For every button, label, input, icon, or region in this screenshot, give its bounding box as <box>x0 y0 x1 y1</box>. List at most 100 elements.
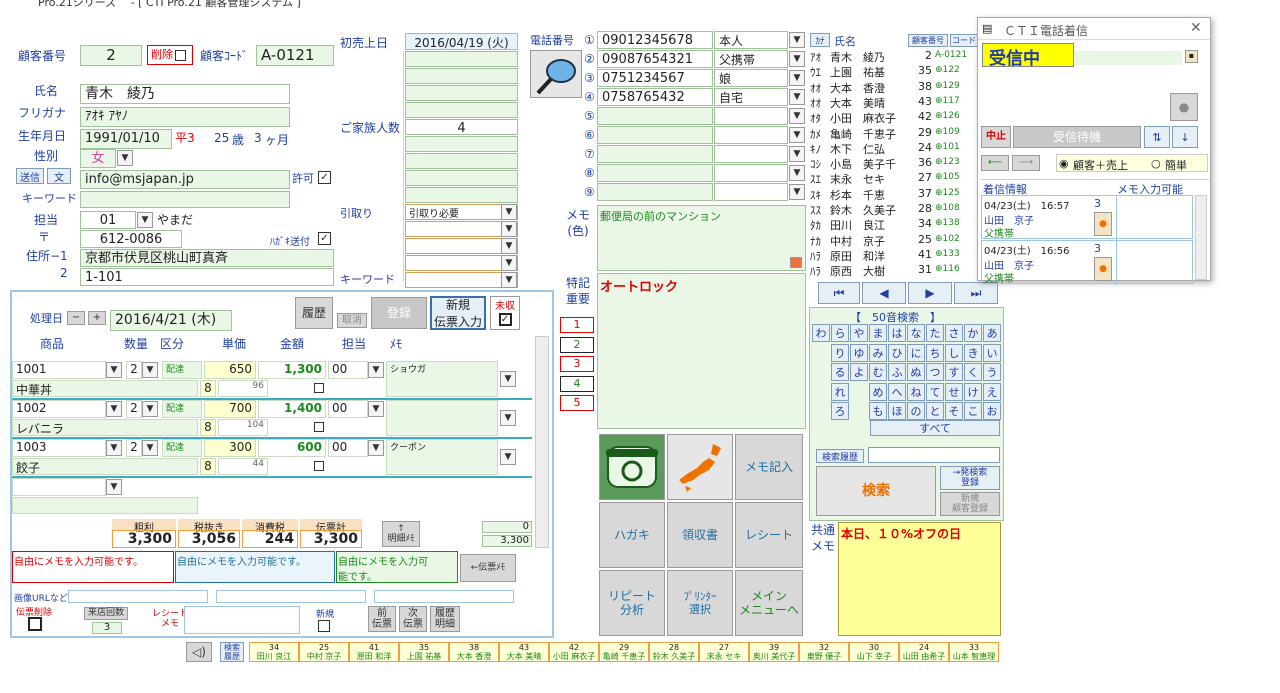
printer-select-button[interactable]: ﾌﾟﾘﾝﾀｰ 選択 <box>667 570 733 636</box>
rank-box[interactable]: 2 <box>560 336 594 353</box>
phone-number-field[interactable] <box>597 183 713 201</box>
search-button[interactable]: 検索 <box>816 466 936 516</box>
order-kubun[interactable]: 配達 <box>162 400 202 418</box>
cti-scrollbar[interactable] <box>1195 195 1207 280</box>
shared-memo-field[interactable]: 本日、１０%オフの日 <box>838 522 1001 636</box>
order-qty[interactable]: 2 <box>126 439 142 457</box>
special-field[interactable]: オートロック <box>597 273 806 429</box>
kana-key[interactable]: な <box>907 324 925 342</box>
phone-relation-field[interactable] <box>714 164 788 182</box>
recent-customer-button[interactable]: 28 鈴木 久美子 <box>649 642 699 662</box>
kana-field[interactable]: ｱｵｷ ｱﾔﾉ <box>80 107 290 127</box>
recent-customer-button[interactable]: 34 田川 良江 <box>249 642 299 662</box>
kana-key[interactable]: ち <box>926 343 944 362</box>
order-item-code[interactable]: 1002 <box>12 400 106 418</box>
call-row[interactable]: 04/23(土) 16:56 3 山田 京子 父携帯 ● <box>981 240 1193 285</box>
order-memo[interactable]: クーポン <box>386 439 498 475</box>
no-sort-button[interactable]: 顧客番号 <box>908 34 948 47</box>
pickup-dropdown[interactable]: ▼ <box>501 204 517 220</box>
phone-number-field[interactable] <box>597 164 713 182</box>
cancel-button[interactable]: 取消 <box>337 313 367 328</box>
zip-field[interactable]: 612-0086 <box>80 230 182 248</box>
order-qty[interactable]: 2 <box>126 400 142 418</box>
rank-box[interactable]: 4 <box>560 375 594 392</box>
staff-dropdown[interactable]: ▼ <box>368 401 384 417</box>
phone-relation-dropdown[interactable]: ▼ <box>789 108 805 124</box>
staff-dropdown[interactable]: ▼ <box>368 440 384 456</box>
kana-key[interactable]: き <box>964 343 982 362</box>
cti-option-button[interactable]: ▪ <box>1185 50 1198 63</box>
phone-relation-field[interactable] <box>714 183 788 201</box>
rank-box[interactable]: 1 <box>560 317 594 333</box>
kana-key[interactable]: ほ <box>888 402 906 420</box>
phone-relation-dropdown[interactable]: ▼ <box>789 51 805 67</box>
kana-key[interactable]: け <box>964 382 982 401</box>
unpaid-checkbox[interactable]: 未収 ✓ <box>490 296 520 330</box>
receipt-button[interactable]: 領収書 <box>667 502 733 568</box>
sales-row[interactable] <box>405 102 518 118</box>
image-url-field-2[interactable] <box>216 590 366 603</box>
list-item[interactable]: ｷﾉ 木下 仁弘 24 ⊕101 <box>808 141 978 156</box>
order-item-name[interactable]: 餃子 <box>12 458 198 475</box>
phone-relation-dropdown[interactable]: ▼ <box>789 32 805 48</box>
kana-key[interactable]: や <box>850 324 868 342</box>
order-memo[interactable]: ショウガ <box>386 361 498 397</box>
phone-relation-field[interactable] <box>714 126 788 144</box>
order-memo[interactable] <box>386 400 498 436</box>
kana-key[interactable]: れ <box>831 382 849 401</box>
kana-key[interactable]: た <box>926 324 944 342</box>
kana-key[interactable]: る <box>831 363 849 381</box>
free-memo-2[interactable]: 自由にメモを入力可能です。 <box>175 551 335 583</box>
free-memo-1[interactable]: 自由にメモを入力可能です。 <box>12 551 174 583</box>
list-item[interactable]: ｽｽ 鈴木 久美子 28 ⊕108 <box>808 202 978 217</box>
history-detail-button[interactable]: 履歴 明細 <box>430 606 460 632</box>
postcard-button[interactable]: ハガキ <box>599 502 665 568</box>
recent-customer-button[interactable]: 29 亀崎 千恵子 <box>599 642 649 662</box>
call-action-button[interactable]: ● <box>1094 212 1112 236</box>
recent-customer-button[interactable]: 27 末永 セキ <box>699 642 749 662</box>
first-record-button[interactable]: ⏮ <box>818 282 860 304</box>
cti-up-down-button[interactable]: ⇅ <box>1144 126 1170 148</box>
order-scrollbar[interactable] <box>535 336 549 548</box>
sales-row[interactable] <box>405 85 518 101</box>
order-tax-rate[interactable]: 8 <box>200 419 216 436</box>
map-tile[interactable] <box>667 434 733 500</box>
delete-checkbox[interactable]: 削除 <box>147 45 193 65</box>
kana-key[interactable]: こ <box>964 402 982 420</box>
kana-key[interactable]: に <box>907 343 925 362</box>
cti-down-button[interactable]: ↓ <box>1172 126 1198 148</box>
qty-dropdown[interactable]: ▼ <box>142 362 158 378</box>
addr1-field[interactable]: 京都市伏見区桃山町真斉 <box>80 249 334 267</box>
sex-field[interactable]: 女 <box>80 149 116 168</box>
kana-key[interactable]: そ <box>945 402 963 420</box>
kana-key[interactable]: め <box>869 382 887 401</box>
order-checkbox[interactable] <box>314 461 324 471</box>
kana-key[interactable]: ぬ <box>907 363 925 381</box>
recent-customer-button[interactable]: 42 小田 麻衣子 <box>549 642 599 662</box>
kana-key[interactable]: し <box>945 343 963 362</box>
list-item[interactable]: ｵｵ 大本 美晴 43 ⊕117 <box>808 95 978 110</box>
phone-relation-field[interactable]: 娘 <box>714 69 788 87</box>
list-item[interactable]: ｺｼ 小島 美子千 36 ⊕123 <box>808 156 978 171</box>
order-tax-rate[interactable]: 8 <box>200 458 216 475</box>
new-slip-button[interactable]: 新規 伝票入力 <box>430 296 486 330</box>
phone-number-field[interactable]: 0751234567 <box>597 69 713 87</box>
call-action-button[interactable]: ● <box>1094 257 1112 281</box>
speaker-button[interactable]: ◁) <box>186 642 212 662</box>
list-item[interactable]: ｽｴ 末永 セキ 27 ⊕105 <box>808 171 978 186</box>
sales-row[interactable] <box>405 170 518 186</box>
name-field[interactable]: 青木 綾乃 <box>80 84 290 104</box>
phone-relation-dropdown[interactable]: ▼ <box>789 146 805 162</box>
keyword-field[interactable] <box>80 191 290 208</box>
slip-memo-button[interactable]: ←伝票ﾒﾓ <box>460 554 516 582</box>
next-slip-button[interactable]: 次 伝票 <box>399 606 427 632</box>
order-qty[interactable]: 2 <box>126 361 142 379</box>
kana-key[interactable]: ひ <box>888 343 906 362</box>
rank-box[interactable]: 5 <box>560 395 594 411</box>
postcard-checkbox[interactable]: ✓ <box>318 232 331 245</box>
kana-key[interactable]: よ <box>850 363 868 381</box>
new-checkbox[interactable] <box>318 620 330 632</box>
kana-key[interactable]: と <box>926 402 944 420</box>
recent-customer-button[interactable]: 38 大本 香澄 <box>449 642 499 662</box>
order-checkbox[interactable] <box>314 422 324 432</box>
